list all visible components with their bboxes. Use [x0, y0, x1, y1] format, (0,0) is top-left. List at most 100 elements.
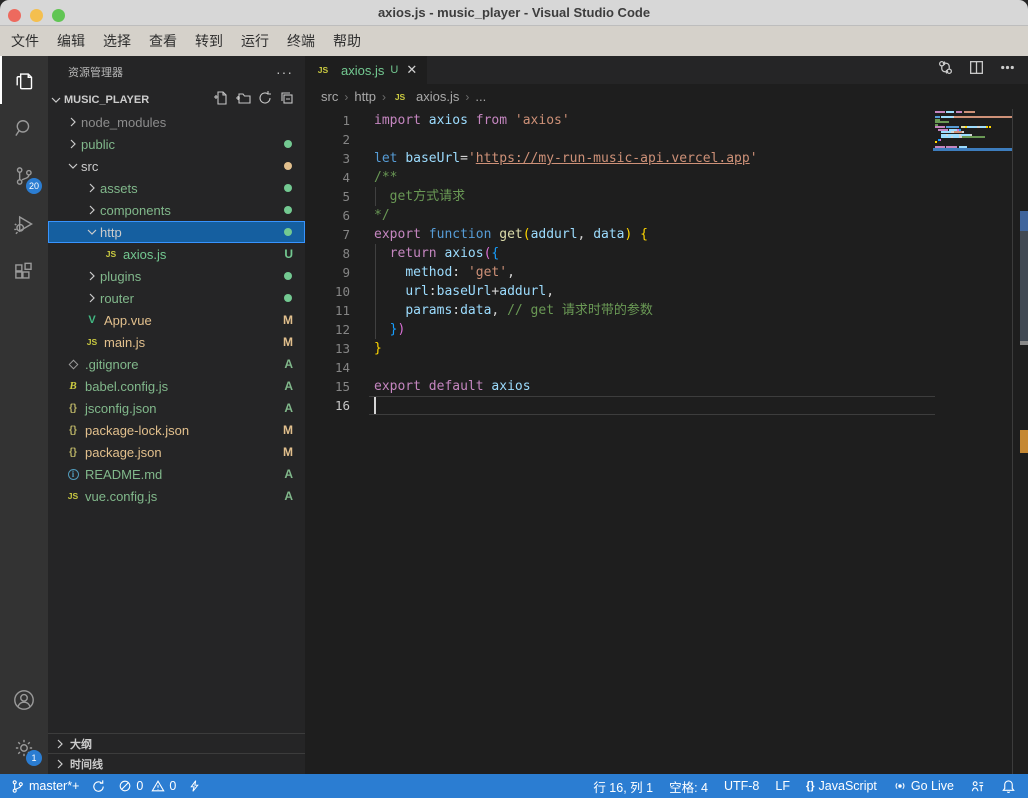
new-file-icon[interactable] [213, 90, 229, 111]
code-line-6[interactable]: 6 */ [305, 206, 935, 225]
tree-item-assets[interactable]: assets [48, 177, 305, 199]
menu-item-2[interactable]: 选择 [94, 26, 140, 56]
extensions-icon[interactable] [0, 248, 48, 296]
tree-item-axios.js[interactable]: JS axios.js U [48, 243, 305, 265]
tree-item-.gitignore[interactable]: .gitignore A [48, 353, 305, 375]
tab-close-icon[interactable]: ✕ [406, 62, 417, 78]
code-line-16[interactable]: 16 [305, 396, 935, 415]
tab-axios-js[interactable]: JS axios.js U ✕ [305, 56, 428, 84]
cursor-position[interactable]: 行 16, 列 1 [593, 777, 653, 796]
code-line-3[interactable]: 3 let baseUrl='https://my-run-music-api.v… [305, 149, 935, 168]
tree-item-public[interactable]: public [48, 133, 305, 155]
notifications-bell-icon[interactable] [1001, 779, 1016, 794]
code-line-11[interactable]: 11 params:data, // get 请求时带的参数 [305, 301, 935, 320]
menu-item-6[interactable]: 终端 [278, 26, 324, 56]
code-line-4[interactable]: 4 /** [305, 168, 935, 187]
code-line-5[interactable]: 5 get方式请求 [305, 187, 935, 206]
tree-item-package.json[interactable]: {} package.json M [48, 441, 305, 463]
more-actions-icon[interactable] [999, 59, 1016, 81]
run-debug-icon[interactable] [0, 200, 48, 248]
project-section-header[interactable]: MUSIC_PLAYER [48, 89, 305, 111]
indentation[interactable]: 空格: 4 [669, 777, 708, 796]
code-line-9[interactable]: 9 method: 'get', [305, 263, 935, 282]
end-of-line[interactable]: LF [775, 779, 790, 793]
settings-gear-icon[interactable]: 1 [0, 724, 48, 772]
line-number: 2 [342, 132, 350, 147]
tree-item-router[interactable]: router [48, 287, 305, 309]
explorer-icon[interactable] [0, 56, 48, 104]
tree-item-vue.config.js[interactable]: JS vue.config.js A [48, 485, 305, 507]
code-line-15[interactable]: 15 export default axios [305, 377, 935, 396]
code-line-8[interactable]: 8 return axios({ [305, 244, 935, 263]
tree-item-babel.config.js[interactable]: Bbabel.config.js A [48, 375, 305, 397]
account-icon[interactable] [0, 676, 48, 724]
code-line-1[interactable]: 1 import axios from 'axios' [305, 111, 935, 130]
code-line-14[interactable]: 14 [305, 358, 935, 377]
menu-item-7[interactable]: 帮助 [324, 26, 370, 56]
tree-item-http[interactable]: http [48, 221, 305, 243]
breadcrumb-item-1[interactable]: http [354, 89, 376, 104]
menu-item-4[interactable]: 转到 [186, 26, 232, 56]
menu-item-3[interactable]: 查看 [140, 26, 186, 56]
menu-item-1[interactable]: 编辑 [48, 26, 94, 56]
source-control-icon[interactable]: 20 [0, 152, 48, 200]
git-status-letter: A [284, 401, 293, 415]
tree-item-jsconfig.json[interactable]: {} jsconfig.json A [48, 397, 305, 419]
tree-item-main.js[interactable]: JS main.js M [48, 331, 305, 353]
sync-changes-icon[interactable] [91, 779, 106, 794]
tree-item-node_modules[interactable]: node_modules [48, 111, 305, 133]
go-live[interactable]: Go Live [893, 779, 954, 793]
scrollbar-track[interactable] [1012, 109, 1013, 774]
tree-item-App.vue[interactable]: V App.vue M [48, 309, 305, 331]
explorer-more-actions-icon[interactable]: ··· [276, 64, 293, 80]
menu-item-0[interactable]: 文件 [2, 26, 48, 56]
code-editor[interactable]: 1 import axios from 'axios' 2 3 let baseUrl=… [305, 109, 935, 774]
tree-item-plugins[interactable]: plugins [48, 265, 305, 287]
code-line-13[interactable]: 13} [305, 339, 935, 358]
vscode-window: axios.js - music_player - Visual Studio … [0, 0, 1028, 798]
code-line-2[interactable]: 2 [305, 130, 935, 149]
breadcrumb-item-0[interactable]: src [321, 89, 338, 104]
open-changes-icon[interactable] [937, 59, 954, 81]
refresh-icon[interactable] [257, 90, 273, 111]
encoding[interactable]: UTF-8 [724, 779, 759, 793]
tree-item-label: package.json [85, 444, 162, 460]
language-mode[interactable]: {} JavaScript [806, 779, 877, 793]
tree-item-README.md[interactable]: i README.md A [48, 463, 305, 485]
tree-item-src[interactable]: src [48, 155, 305, 177]
feedback-icon[interactable] [970, 779, 985, 794]
code-line-7[interactable]: 7 export function get(addurl, data) { [305, 225, 935, 244]
minimap[interactable] [933, 111, 1012, 151]
split-editor-icon[interactable] [968, 59, 985, 81]
line-number: 11 [334, 303, 350, 318]
tree-item-package-lock.json[interactable]: {} package-lock.json M [48, 419, 305, 441]
git-status-dot [284, 272, 292, 280]
indent-guide [375, 187, 376, 206]
breadcrumb-item-3[interactable]: ... [475, 89, 486, 104]
tab-strip: JS axios.js U ✕ [305, 56, 1028, 84]
collapse-folders-icon[interactable] [279, 90, 295, 111]
code-line-10[interactable]: 10 url:baseUrl+addurl, [305, 282, 935, 301]
breadcrumb-item-2[interactable]: axios.js [416, 89, 459, 104]
status-bar: master*+ 0 0 行 16, 列 1 空格: 4 UTF-8 LF {}… [0, 774, 1028, 798]
line-number: 8 [342, 246, 350, 261]
timeline-panel-header[interactable]: 时间线 [48, 753, 305, 774]
menu-item-5[interactable]: 运行 [232, 26, 278, 56]
line-number: 16 [334, 398, 350, 413]
problems-status[interactable]: 0 0 [118, 779, 176, 793]
git-status-letter: A [284, 379, 293, 393]
tree-item-components[interactable]: components [48, 199, 305, 221]
search-icon[interactable] [0, 104, 48, 152]
git-status-dot [284, 206, 292, 214]
outline-panel-header[interactable]: 大纲 [48, 733, 305, 754]
babel-file-icon: B [69, 380, 77, 392]
line-number: 7 [342, 227, 350, 242]
new-folder-icon[interactable] [235, 90, 251, 111]
title-bar: axios.js - music_player - Visual Studio … [0, 0, 1028, 26]
lightning-icon[interactable] [188, 779, 201, 793]
tree-item-label: plugins [100, 268, 142, 284]
code-line-12[interactable]: 12 }) [305, 320, 935, 339]
minimap-slider[interactable] [933, 148, 1012, 151]
git-branch-status[interactable]: master*+ [10, 779, 79, 794]
